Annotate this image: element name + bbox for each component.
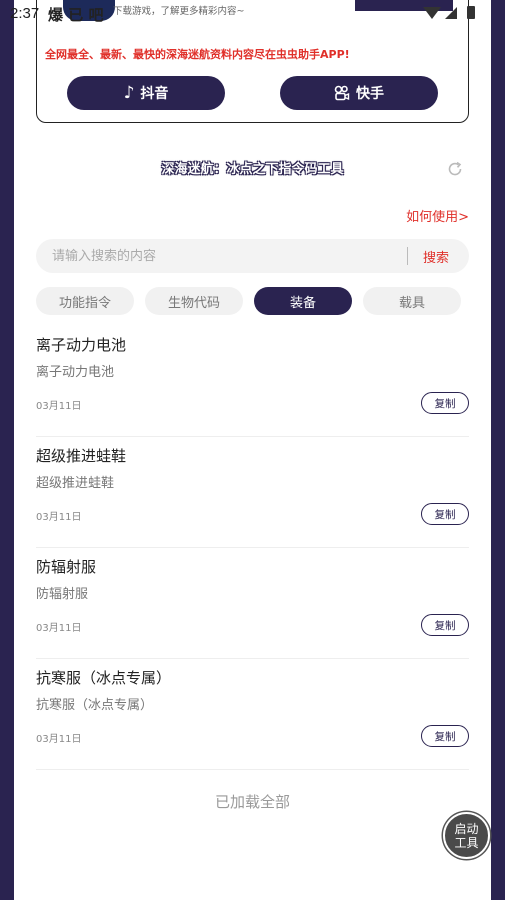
tool-title: 深海迷航：冰点之下指令码工具 <box>161 162 344 177</box>
category-tabs: 功能指令 生物代码 装备 载具 <box>36 287 461 315</box>
item-date: 03月11日 <box>36 623 82 634</box>
list-item: 防辐射服 防辐射服 03月11日 复制 <box>36 548 469 659</box>
status-time: 2:37 <box>10 5 40 22</box>
status-bar: 2:37 爆 已 吧 <box>0 0 505 26</box>
refresh-icon[interactable] <box>446 160 464 178</box>
list-item: 超级推进蛙鞋 超级推进蛙鞋 03月11日 复制 <box>36 437 469 548</box>
wifi-icon <box>423 6 441 19</box>
list-item: 抗寒服（冰点专属） 抗寒服（冰点专属） 03月11日 复制 <box>36 659 469 770</box>
how-to-use-link[interactable]: 如何使用> <box>406 206 469 225</box>
item-title: 抗寒服（冰点专属） <box>36 669 172 687</box>
douyin-icon: ♪ <box>123 83 135 103</box>
tab-creature-codes[interactable]: 生物代码 <box>145 287 243 315</box>
launch-label-line2: 工具 <box>454 835 479 850</box>
search-input[interactable] <box>52 239 392 273</box>
item-date: 03月11日 <box>36 734 82 745</box>
battery-icon <box>467 6 475 19</box>
item-date: 03月11日 <box>36 401 82 412</box>
loaded-all-text: 已加载全部 <box>214 793 290 811</box>
search-bar: 搜索 <box>36 239 469 273</box>
copy-button[interactable]: 复制 <box>421 614 469 636</box>
item-title: 超级推进蛙鞋 <box>36 447 127 465</box>
copy-button[interactable]: 复制 <box>421 725 469 747</box>
launch-tool-button[interactable]: 启动 工具 <box>443 812 490 859</box>
item-date: 03月11日 <box>36 512 82 523</box>
tab-equipment[interactable]: 装备 <box>254 287 352 315</box>
search-button[interactable]: 搜索 <box>423 247 449 266</box>
douyin-button[interactable]: ♪ 抖音 <box>67 76 225 110</box>
tab-function-commands[interactable]: 功能指令 <box>36 287 134 315</box>
promo-text: 全网最全、最新、最快的深海迷航资料内容尽在虫虫助手APP! <box>45 48 350 61</box>
item-title: 防辐射服 <box>36 558 97 576</box>
item-code: 离子动力电池 <box>36 365 115 380</box>
copy-button[interactable]: 复制 <box>421 392 469 414</box>
signal-icon <box>445 6 457 19</box>
search-divider <box>407 247 408 265</box>
status-app-name: 爆 已 吧 <box>48 6 104 24</box>
item-code: 防辐射服 <box>36 587 89 602</box>
launch-label-line1: 启动 <box>454 821 479 836</box>
item-code: 抗寒服（冰点专属） <box>36 698 154 713</box>
item-code: 超级推进蛙鞋 <box>36 476 115 491</box>
tab-vehicles[interactable]: 载具 <box>363 287 461 315</box>
list-item: 离子动力电池 离子动力电池 03月11日 复制 <box>36 326 469 437</box>
kuaishou-label: 快手 <box>356 86 384 102</box>
command-list: 离子动力电池 离子动力电池 03月11日 复制 超级推进蛙鞋 超级推进蛙鞋 03… <box>36 326 469 770</box>
status-icons <box>423 6 475 19</box>
kuaishou-icon <box>334 85 350 101</box>
douyin-label: 抖音 <box>140 86 169 102</box>
copy-button[interactable]: 复制 <box>421 503 469 525</box>
item-title: 离子动力电池 <box>36 336 127 354</box>
kuaishou-button[interactable]: 快手 <box>280 76 438 110</box>
